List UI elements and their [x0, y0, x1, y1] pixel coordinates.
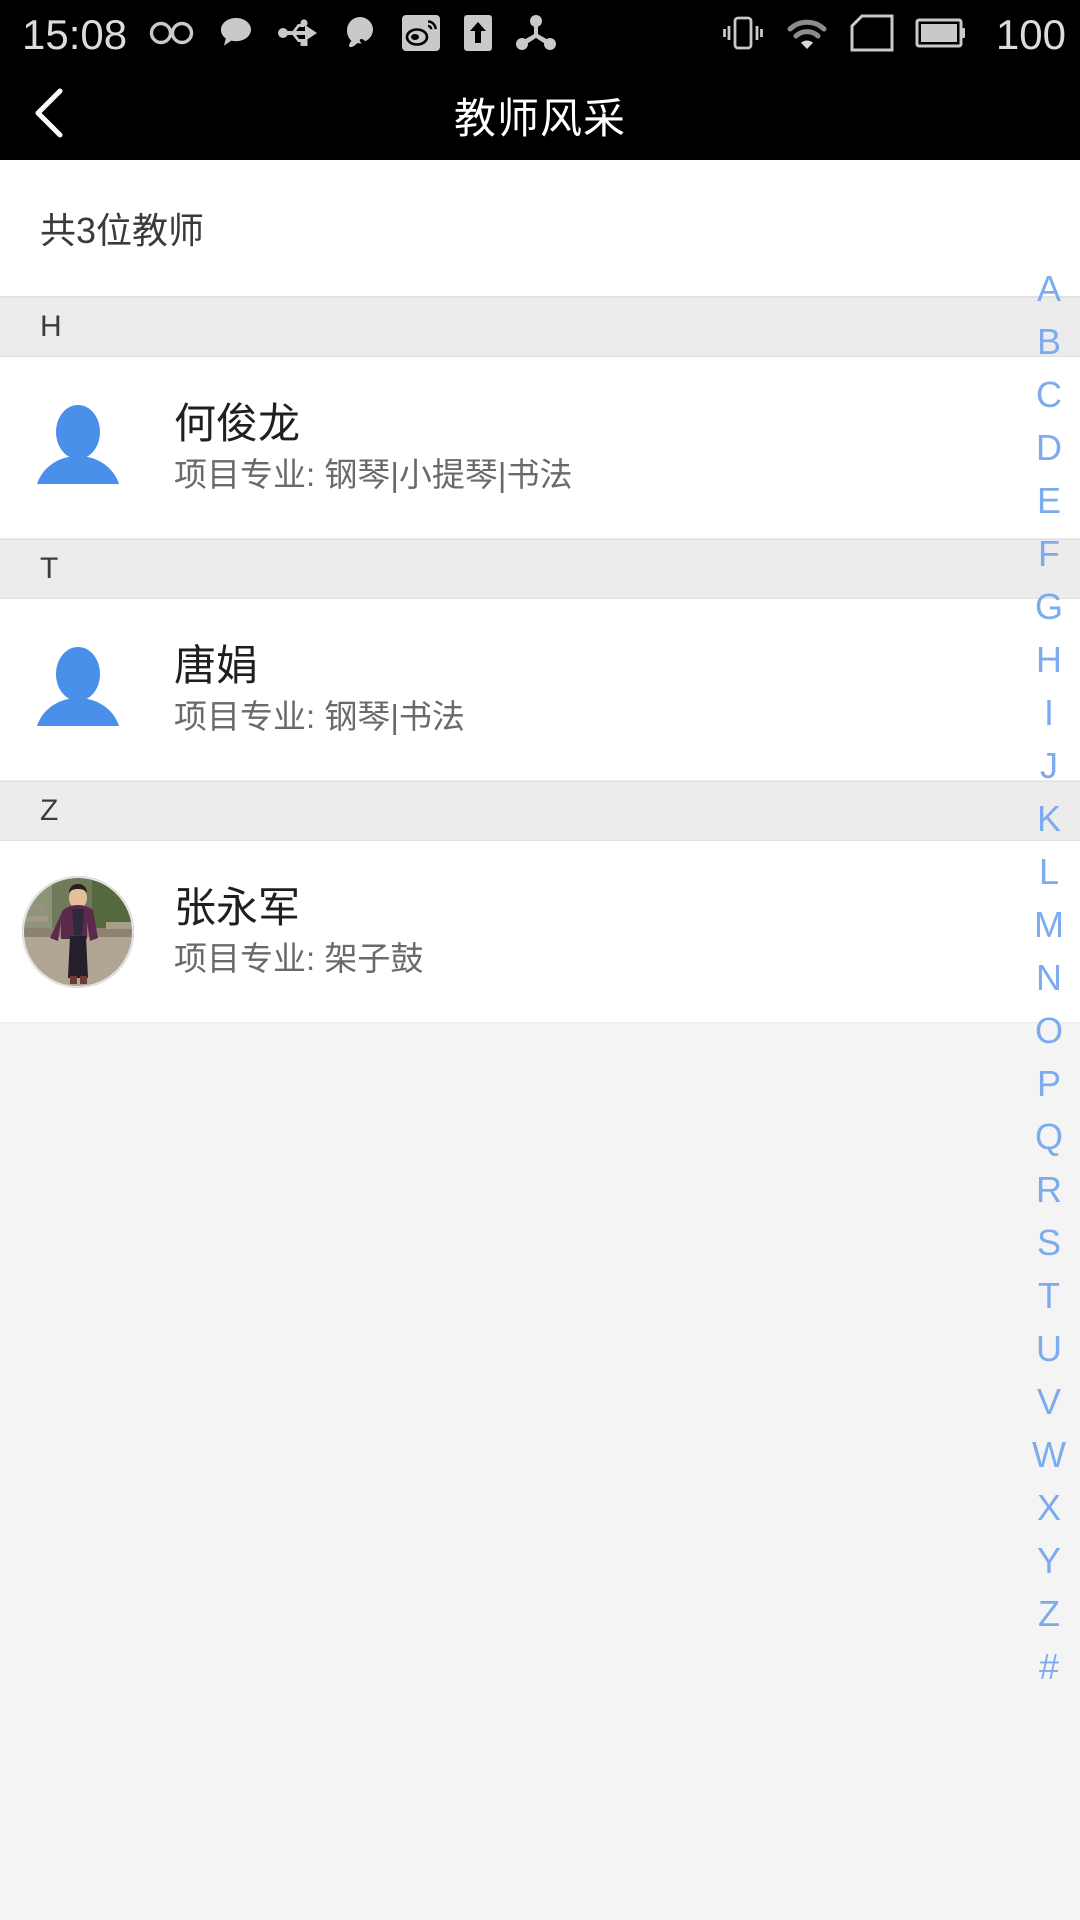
teacher-name: 何俊龙	[174, 400, 301, 448]
teacher-row[interactable]: 张永军 项目专业: 架子鼓	[0, 841, 1080, 1023]
index-letter-o[interactable]: O	[1018, 1004, 1080, 1057]
index-letter-t[interactable]: T	[1018, 1269, 1080, 1322]
index-letter-u[interactable]: U	[1018, 1322, 1080, 1375]
section-letter: H	[40, 310, 62, 343]
teacher-major: 项目专业: 钢琴|书法	[174, 698, 465, 736]
person-placeholder-icon	[22, 392, 134, 504]
teacher-list: H 何俊龙 项目专业: 钢琴|小提琴|书法 T 唐娟 项目专业: 钢琴|书法 Z…	[0, 297, 1080, 1883]
upload-arrow-icon	[463, 13, 493, 58]
teacher-name: 张永军	[174, 884, 301, 932]
teacher-row[interactable]: 何俊龙 项目专业: 钢琴|小提琴|书法	[0, 357, 1080, 539]
alphabet-index-bar[interactable]: A B C D E F G H I J K L M N O P Q R S T …	[1018, 238, 1080, 1920]
title-bar: 教师风采	[0, 70, 1080, 160]
teacher-major: 项目专业: 架子鼓	[174, 940, 424, 978]
index-letter-r[interactable]: R	[1018, 1163, 1080, 1216]
index-letter-k[interactable]: K	[1018, 792, 1080, 845]
teacher-photo	[22, 875, 134, 988]
message-bubble-icon	[217, 14, 255, 57]
sim-card-icon	[850, 14, 894, 57]
status-bar: 15:08 100	[0, 0, 1080, 70]
teacher-major: 项目专业: 钢琴|小提琴|书法	[174, 456, 573, 494]
status-time: 15:08	[22, 11, 128, 58]
status-left-icon-group	[149, 13, 557, 58]
index-letter-g[interactable]: G	[1018, 580, 1080, 633]
index-letter-q[interactable]: Q	[1018, 1110, 1080, 1163]
index-letter-s[interactable]: S	[1018, 1216, 1080, 1269]
usb-icon	[277, 15, 319, 56]
index-letter-b[interactable]: B	[1018, 315, 1080, 368]
index-letter-l[interactable]: L	[1018, 845, 1080, 898]
teacher-info: 何俊龙 项目专业: 钢琴|小提琴|书法	[174, 402, 572, 493]
index-letter-n[interactable]: N	[1018, 951, 1080, 1004]
index-letter-c[interactable]: C	[1018, 368, 1080, 421]
status-right-icon-group: 100	[722, 13, 1066, 58]
app-screen: 15:08 100 教师风采 共3位教师 H 何俊龙 项目专业: 钢琴|小提琴|…	[0, 0, 1080, 1920]
index-letter-j[interactable]: J	[1018, 739, 1080, 792]
teacher-name: 唐娟	[174, 642, 259, 690]
index-letter-a[interactable]: A	[1018, 262, 1080, 315]
index-letter-m[interactable]: M	[1018, 898, 1080, 951]
vibrate-icon	[722, 13, 764, 58]
teacher-info: 张永军 项目专业: 架子鼓	[174, 886, 423, 977]
avatar	[22, 392, 134, 504]
index-letter-f[interactable]: F	[1018, 527, 1080, 580]
index-letter-h[interactable]: H	[1018, 633, 1080, 686]
share-nodes-icon	[515, 13, 557, 58]
battery-icon	[914, 17, 966, 54]
teacher-row[interactable]: 唐娟 项目专业: 钢琴|书法	[0, 599, 1080, 781]
index-letter-e[interactable]: E	[1018, 474, 1080, 527]
list-empty-area	[0, 1023, 1080, 1883]
weibo-icon	[401, 13, 441, 58]
teacher-info: 唐娟 项目专业: 钢琴|书法	[174, 644, 465, 735]
person-placeholder-icon	[22, 634, 134, 746]
index-letter-d[interactable]: D	[1018, 421, 1080, 474]
section-letter: T	[40, 552, 59, 585]
section-header: H	[0, 297, 1080, 357]
section-header: Z	[0, 781, 1080, 841]
section-header: T	[0, 539, 1080, 599]
qq-icon	[341, 14, 379, 57]
teacher-count-text: 共3位教师	[40, 210, 205, 251]
wifi-icon	[784, 15, 830, 56]
index-letter-x[interactable]: X	[1018, 1481, 1080, 1534]
index-letter-z[interactable]: Z	[1018, 1587, 1080, 1640]
index-letter-y[interactable]: Y	[1018, 1534, 1080, 1587]
teacher-count-bar: 共3位教师	[0, 160, 1080, 297]
avatar	[22, 634, 134, 746]
index-letter-hash[interactable]: #	[1018, 1640, 1080, 1693]
index-letter-v[interactable]: V	[1018, 1375, 1080, 1428]
infinity-icon	[149, 18, 195, 53]
index-letter-i[interactable]: I	[1018, 686, 1080, 739]
avatar	[22, 875, 134, 988]
index-letter-w[interactable]: W	[1018, 1428, 1080, 1481]
battery-percentage: 100	[995, 11, 1066, 58]
page-title: 教师风采	[453, 94, 626, 142]
index-letter-p[interactable]: P	[1018, 1057, 1080, 1110]
section-letter: Z	[40, 794, 59, 827]
